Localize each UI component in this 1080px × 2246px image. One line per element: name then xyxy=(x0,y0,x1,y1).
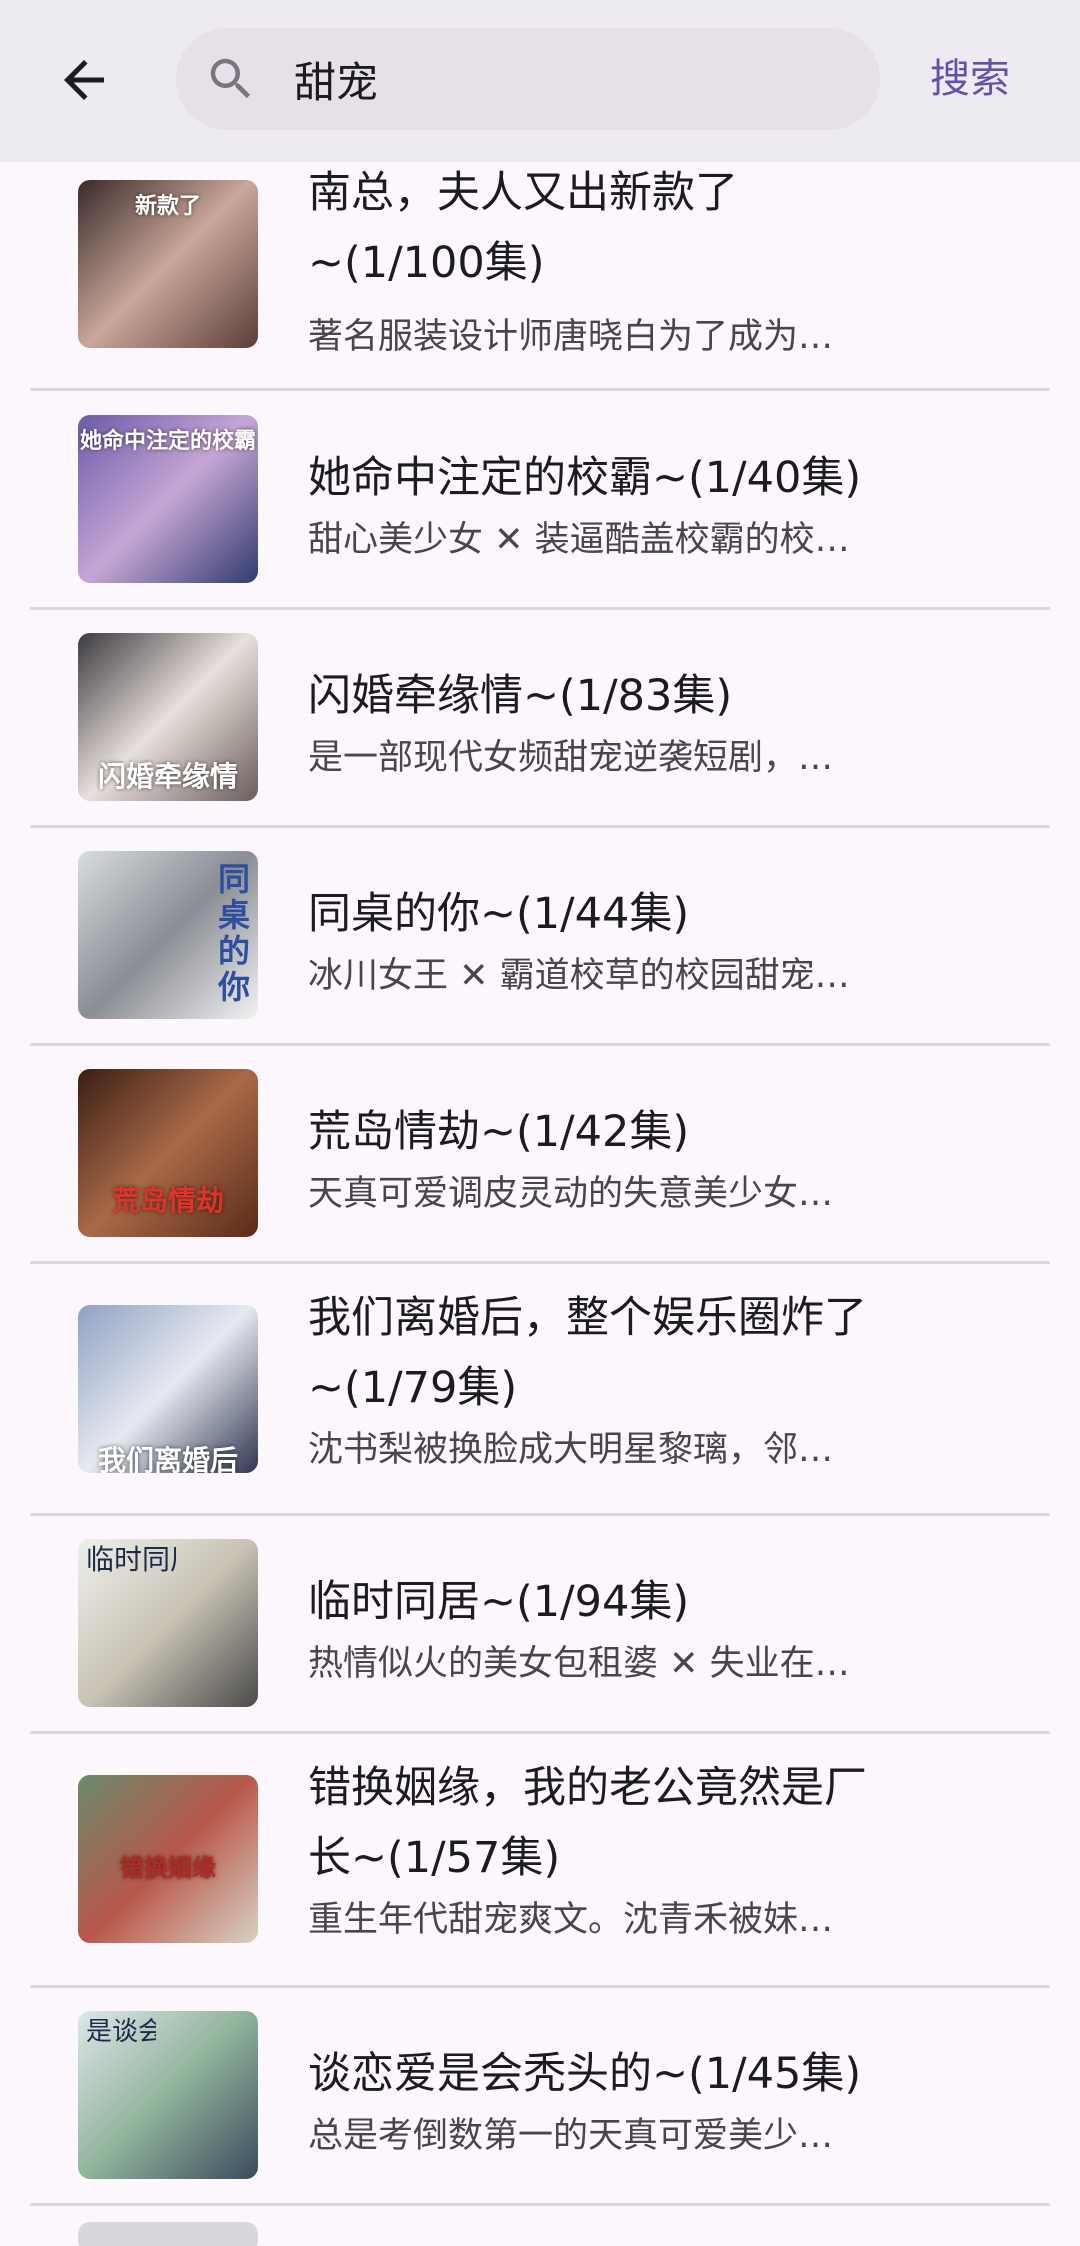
drama-cover: 错换姻缘 xyxy=(78,1775,258,1943)
list-item[interactable]: 闪婚牵缘情 闪婚牵缘情~(1/83集) 是一部现代女频甜宠逆袭短剧，… xyxy=(0,609,1080,828)
drama-title: 谈恋爱是会秃头的~(1/45集) xyxy=(308,2049,862,2099)
cover-title: 我们离婚后 xyxy=(97,1444,238,1473)
search-input[interactable] xyxy=(294,28,854,130)
drama-description: 是一部现代女频甜宠逆袭短剧，… xyxy=(308,738,834,778)
search-bar[interactable] xyxy=(176,28,880,130)
list-item[interactable]: 临时同居 临时同居~(1/94集) 热情似火的美女包租婆 ✕ 失业在… xyxy=(0,1515,1080,1734)
drama-title: 临时同居~(1/94集) xyxy=(308,1577,690,1627)
drama-title-cont: ~(1/100集) xyxy=(308,238,545,288)
search-results-list[interactable]: 新款了 南总，夫人又出新款了 ~(1/100集) 著名服装设计师唐晓白为了成为…… xyxy=(0,162,1080,2246)
list-item[interactable]: 我们离婚后 我们离婚后，整个娱乐圈炸了 ~(1/79集) 沈书梨被换脸成大明星黎… xyxy=(0,1263,1080,1516)
cover-title: 荒岛情劫 xyxy=(111,1184,224,1217)
drama-cover: 荒岛情劫 xyxy=(78,1069,258,1237)
drama-cover: 她命中注定的校霸 xyxy=(78,415,258,583)
drama-title: 闪婚牵缘情~(1/83集) xyxy=(308,671,733,721)
cover-title: 临时同居 xyxy=(86,1545,176,1575)
drama-title-cont: ~(1/79集) xyxy=(308,1363,518,1413)
drama-cover: 我们离婚后 xyxy=(78,1305,258,1473)
drama-description: 著名服装设计师唐晓白为了成为… xyxy=(308,317,834,357)
back-button[interactable] xyxy=(38,34,130,126)
list-item[interactable] xyxy=(0,2222,1080,2246)
cover-title: 错换姻缘 xyxy=(120,1854,216,1882)
drama-title: 错换姻缘，我的老公竟然是厂 xyxy=(308,1763,867,1813)
drama-cover xyxy=(78,2222,258,2246)
cover-title: 闪婚牵缘情 xyxy=(97,760,238,793)
drama-cover: 临时同居 xyxy=(78,1539,258,1707)
list-item[interactable]: 新款了 南总，夫人又出新款了 ~(1/100集) 著名服装设计师唐晓白为了成为… xyxy=(0,162,1080,391)
drama-description: 冰川女王 ✕ 霸道校草的校园甜宠… xyxy=(308,956,850,996)
drama-title: 南总，夫人又出新款了 xyxy=(308,168,738,218)
drama-description: 天真可爱调皮灵动的失意美少女… xyxy=(308,1174,834,1214)
cover-title: 是谈会恋秃爱头 xyxy=(86,2017,156,2047)
drama-description: 甜心美少女 ✕ 装逼酷盖校霸的校… xyxy=(308,520,850,560)
drama-title: 她命中注定的校霸~(1/40集) xyxy=(308,453,862,503)
list-item[interactable]: 荒岛情劫 荒岛情劫~(1/42集) 天真可爱调皮灵动的失意美少女… xyxy=(0,1045,1080,1264)
drama-description: 沈书梨被换脸成大明星黎璃，邻… xyxy=(308,1430,834,1470)
search-button[interactable]: 搜索 xyxy=(930,44,1050,114)
drama-title-cont: 长~(1/57集) xyxy=(308,1833,561,1883)
cover-title: 新款了 xyxy=(134,194,201,219)
list-item[interactable]: 同桌的你 同桌的你~(1/44集) 冰川女王 ✕ 霸道校草的校园甜宠… xyxy=(0,827,1080,1046)
drama-cover: 新款了 xyxy=(78,180,258,348)
arrow-back-icon xyxy=(64,60,104,100)
search-icon xyxy=(210,58,251,99)
drama-title: 荒岛情劫~(1/42集) xyxy=(308,1107,690,1157)
top-app-bar: 搜索 xyxy=(0,0,1080,162)
list-item[interactable]: 是谈会恋秃爱头 谈恋爱是会秃头的~(1/45集) 总是考倒数第一的天真可爱美少… xyxy=(0,1987,1080,2206)
cover-title: 她命中注定的校霸 xyxy=(79,429,256,454)
drama-description: 热情似火的美女包租婆 ✕ 失业在… xyxy=(308,1644,850,1684)
drama-cover: 闪婚牵缘情 xyxy=(78,633,258,801)
list-item[interactable]: 她命中注定的校霸 她命中注定的校霸~(1/40集) 甜心美少女 ✕ 装逼酷盖校霸… xyxy=(0,391,1080,610)
drama-description: 重生年代甜宠爽文。沈青禾被妹… xyxy=(308,1900,834,1940)
cover-title: 同桌的你 xyxy=(217,861,250,1005)
drama-cover: 同桌的你 xyxy=(78,851,258,1019)
drama-cover: 是谈会恋秃爱头 xyxy=(78,2011,258,2179)
list-item[interactable]: 错换姻缘 错换姻缘，我的老公竟然是厂 长~(1/57集) 重生年代甜宠爽文。沈青… xyxy=(0,1733,1080,1988)
drama-description: 总是考倒数第一的天真可爱美少… xyxy=(308,2116,834,2156)
divider xyxy=(30,2203,1050,2206)
drama-title: 同桌的你~(1/44集) xyxy=(308,889,690,939)
drama-title: 我们离婚后，整个娱乐圈炸了 xyxy=(308,1293,867,1343)
